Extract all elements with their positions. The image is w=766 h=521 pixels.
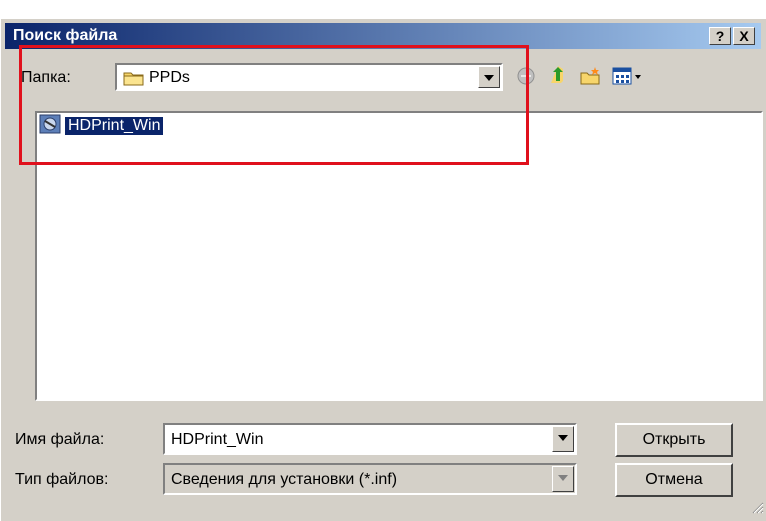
list-item[interactable]: HDPrint_Win <box>39 113 164 140</box>
cancel-button[interactable]: Отмена <box>615 463 733 497</box>
folder-icon <box>123 69 145 92</box>
title-bar: Поиск файла ? X <box>5 23 761 49</box>
filetype-label: Тип файлов: <box>15 471 109 488</box>
close-button[interactable]: X <box>733 27 755 45</box>
up-folder-icon[interactable] <box>547 65 569 87</box>
chevron-down-icon <box>558 435 568 441</box>
filename-label: Имя файла: <box>15 431 105 448</box>
filename-field[interactable]: HDPrint_Win <box>163 423 577 455</box>
file-name: HDPrint_Win <box>65 117 164 135</box>
folder-value: PPDs <box>149 69 190 86</box>
chevron-down-icon <box>484 75 494 81</box>
new-folder-icon[interactable] <box>579 65 601 87</box>
filetype-dropdown-button <box>552 466 574 492</box>
top-cropped-text <box>0 0 766 18</box>
filename-dropdown-button[interactable] <box>552 426 574 452</box>
setup-file-icon <box>39 113 61 140</box>
filetype-value: Сведения для установки (*.inf) <box>171 471 398 488</box>
view-menu-icon[interactable] <box>611 65 645 87</box>
file-dialog: Поиск файла ? X Папка: PPDs HDPrint_Win … <box>0 18 766 521</box>
back-icon[interactable] <box>515 65 537 87</box>
filename-value: HDPrint_Win <box>171 431 264 448</box>
help-button[interactable]: ? <box>709 27 731 45</box>
resize-grip-icon[interactable] <box>750 500 764 519</box>
folder-combo[interactable]: PPDs <box>115 63 503 91</box>
open-button[interactable]: Открыть <box>615 423 733 457</box>
folder-label: Папка: <box>21 69 71 86</box>
file-list[interactable]: HDPrint_Win <box>35 111 763 401</box>
chevron-down-icon <box>558 475 568 481</box>
folder-dropdown-button[interactable] <box>478 66 500 88</box>
filetype-select: Сведения для установки (*.inf) <box>163 463 577 495</box>
dialog-title: Поиск файла <box>13 27 118 44</box>
